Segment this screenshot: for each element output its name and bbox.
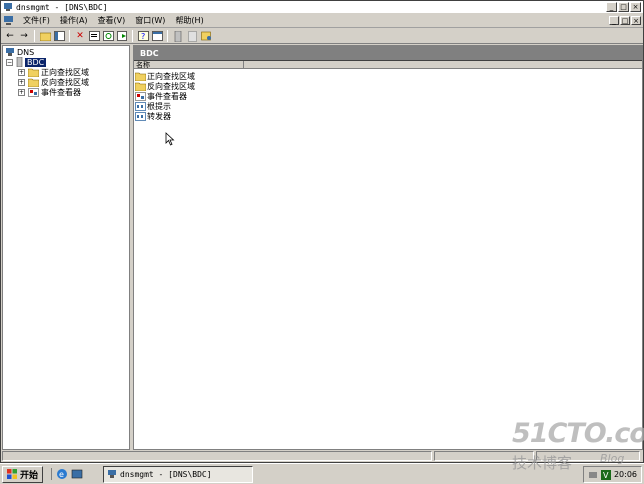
help-icon[interactable]: ? [137,30,149,42]
collapse-toggle[interactable]: − [6,58,13,66]
folder-icon [135,82,146,91]
list-item[interactable]: 正向查找区域 [134,71,642,81]
tree-label-event-viewer: 事件查看器 [41,87,81,97]
delete-icon[interactable]: ✕ [74,30,86,42]
watermark-blog-en: Blog [600,452,625,465]
menu-window[interactable]: 窗口(W) [130,15,170,26]
forward-arrow-icon[interactable]: → [18,30,30,42]
show-hide-icon[interactable] [151,30,163,42]
close-button[interactable]: × [630,2,641,12]
expand-toggle[interactable]: + [18,88,25,96]
details-list: 正向查找区域 反向查找区域 事件查看器 根提示 转发器 [134,69,642,121]
watermark-blog: 技术博客 [512,454,573,472]
zone-icon[interactable] [186,30,198,42]
status-panel [2,451,432,461]
menu-file[interactable]: 文件(F) [18,15,55,26]
start-button[interactable]: 开始 [2,465,44,483]
dns-console-icon [108,470,117,478]
back-arrow-icon[interactable]: ← [4,30,16,42]
refresh-icon[interactable] [102,30,114,42]
taskbar-button-dnsmgmt[interactable]: dnsmgmt - [DNS\BDC] [103,465,254,483]
list-item[interactable]: 事件查看器 [134,91,642,101]
network-icon[interactable] [588,470,598,480]
toolbar: ← → ✕ ? [1,29,643,44]
expand-toggle[interactable]: + [18,78,25,86]
svg-text:V: V [603,471,609,480]
menu-help[interactable]: 帮助(H) [170,15,208,26]
tree-node-server[interactable]: − BDC [6,57,47,67]
tree-label-dns: DNS [17,47,35,57]
quick-launch: e [51,468,83,480]
list-item[interactable]: 反向查找区域 [134,81,642,91]
details-header: BDC [134,46,642,61]
forwarders-icon [135,111,146,121]
volume-icon[interactable]: V [600,469,611,480]
list-item-label: 转发器 [147,111,171,121]
menu-view[interactable]: 查看(V) [93,15,131,26]
server-icon [16,57,23,67]
dns-root-icon [6,48,14,56]
up-folder-icon[interactable] [39,30,51,42]
minimize-button[interactable]: _ [606,2,617,12]
tree-node-dns[interactable]: DNS [5,47,34,57]
show-desktop-icon[interactable] [71,468,83,480]
menu-action[interactable]: 操作(A) [55,15,93,26]
windows-logo-icon [7,469,17,479]
event-viewer-icon [135,91,146,101]
mmc-window: dnsmgmt - [DNS\BDC] _ □ × 文件(F) 操作(A) 查看… [0,0,644,463]
child-minimize-button[interactable]: _ [609,16,619,25]
tree-node-forward-zones[interactable]: + 正向查找区域 [18,67,89,77]
folder-icon [28,78,39,87]
folder-icon [28,68,39,77]
menu-bar: 文件(F) 操作(A) 查看(V) 窗口(W) 帮助(H) _ □ × [1,14,643,28]
window-title: dnsmgmt - [DNS\BDC] [16,2,108,12]
tree-node-event-viewer[interactable]: + 事件查看器 [18,87,81,97]
child-restore-button[interactable]: □ [620,16,630,25]
record-icon[interactable] [200,30,212,42]
console-menu-icon[interactable] [3,15,14,26]
properties-icon[interactable] [88,30,100,42]
column-header-row: 名称 [134,61,642,69]
folder-icon [135,72,146,81]
expand-toggle[interactable]: + [18,68,25,76]
list-item[interactable]: 转发器 [134,111,642,121]
console-tree-icon[interactable] [53,30,65,42]
root-hints-icon [135,101,146,111]
event-viewer-icon [28,87,39,97]
toolbar-separator [132,30,133,42]
start-label: 开始 [20,470,39,481]
tree-node-reverse-zones[interactable]: + 反向查找区域 [18,77,89,87]
mouse-pointer-icon [165,132,175,146]
export-list-icon[interactable] [116,30,128,42]
list-item[interactable]: 根提示 [134,101,642,111]
system-tray: V 20:06 [582,466,642,483]
watermark-site: 51CTO.com [512,418,644,449]
toolbar-separator [69,30,70,42]
maximize-button[interactable]: □ [618,2,629,12]
svg-text:?: ? [141,32,145,41]
internet-explorer-icon[interactable]: e [56,468,68,480]
toolbar-separator [34,30,35,42]
svg-text:e: e [59,470,64,479]
toolbar-separator [167,30,168,42]
column-header-name[interactable]: 名称 [134,61,244,69]
clock[interactable]: 20:06 [614,470,637,479]
title-bar[interactable]: dnsmgmt - [DNS\BDC] _ □ × [1,1,643,13]
dns-console-icon [4,3,12,11]
tree-label-server: BDC [25,57,47,67]
child-close-button[interactable]: × [631,16,641,25]
console-tree-pane: DNS − BDC + 正向查找区域 + 反向查找区域 + 事件查看器 [2,45,130,450]
details-pane: BDC 名称 正向查找区域 反向查找区域 事件查看器 根提示 转发器 [133,45,643,450]
server-icon[interactable] [172,30,184,42]
taskbar-button-label: dnsmgmt - [DNS\BDC] [120,469,212,479]
